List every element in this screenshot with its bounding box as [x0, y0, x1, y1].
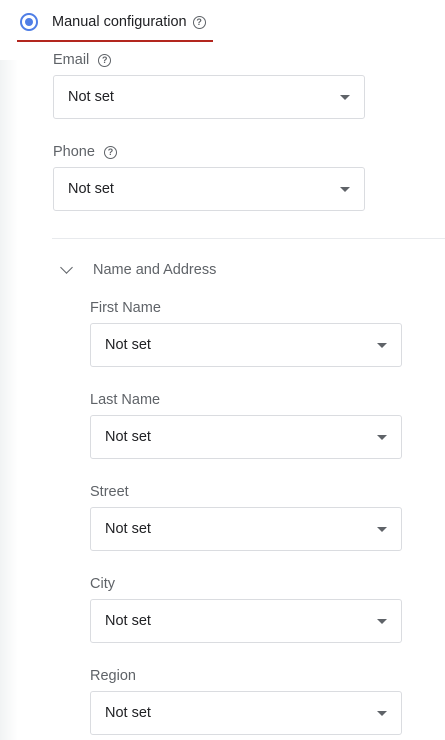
focus-underline [17, 40, 213, 42]
dropdown-arrow-icon [377, 619, 387, 624]
section-divider [52, 238, 445, 239]
first-name-select[interactable]: Not set [90, 323, 402, 367]
dropdown-arrow-icon [377, 527, 387, 532]
first-name-label: First Name [90, 300, 161, 316]
region-label: Region [90, 668, 136, 684]
email-help-icon[interactable]: ? [98, 53, 112, 67]
phone-select[interactable]: Not set [53, 167, 365, 211]
phone-label: Phone [53, 144, 95, 160]
city-select[interactable]: Not set [90, 599, 402, 643]
dropdown-arrow-icon [340, 95, 350, 100]
email-label-row: Email ? [53, 52, 112, 68]
email-label: Email [53, 52, 90, 68]
dropdown-arrow-icon [340, 187, 350, 192]
manual-configuration-radio[interactable] [20, 13, 38, 31]
manual-configuration-label: Manual configuration [52, 14, 187, 30]
dropdown-arrow-icon [377, 711, 387, 716]
dropdown-arrow-icon [377, 343, 387, 348]
last-name-label: Last Name [90, 392, 161, 408]
email-select[interactable]: Not set [53, 75, 365, 119]
chevron-down-icon [60, 261, 73, 274]
city-select-value: Not set [105, 613, 151, 629]
help-icon[interactable]: ? [192, 15, 206, 29]
manual-configuration-option[interactable]: Manual configuration ? [20, 10, 206, 34]
street-select-value: Not set [105, 521, 151, 537]
name-and-address-title: Name and Address [93, 262, 217, 278]
region-select[interactable]: Not set [90, 691, 402, 735]
region-select-value: Not set [105, 705, 151, 721]
dropdown-arrow-icon [377, 435, 387, 440]
city-label: City [90, 576, 115, 592]
first-name-select-value: Not set [105, 337, 151, 353]
street-select[interactable]: Not set [90, 507, 402, 551]
left-panel-shade [0, 60, 18, 740]
name-and-address-toggle[interactable]: Name and Address [60, 259, 216, 281]
last-name-select[interactable]: Not set [90, 415, 402, 459]
phone-select-value: Not set [68, 181, 114, 197]
street-label: Street [90, 484, 129, 500]
radio-selected-dot [25, 18, 33, 26]
last-name-select-value: Not set [105, 429, 151, 445]
email-select-value: Not set [68, 89, 114, 105]
phone-help-icon[interactable]: ? [103, 145, 117, 159]
phone-label-row: Phone ? [53, 144, 117, 160]
